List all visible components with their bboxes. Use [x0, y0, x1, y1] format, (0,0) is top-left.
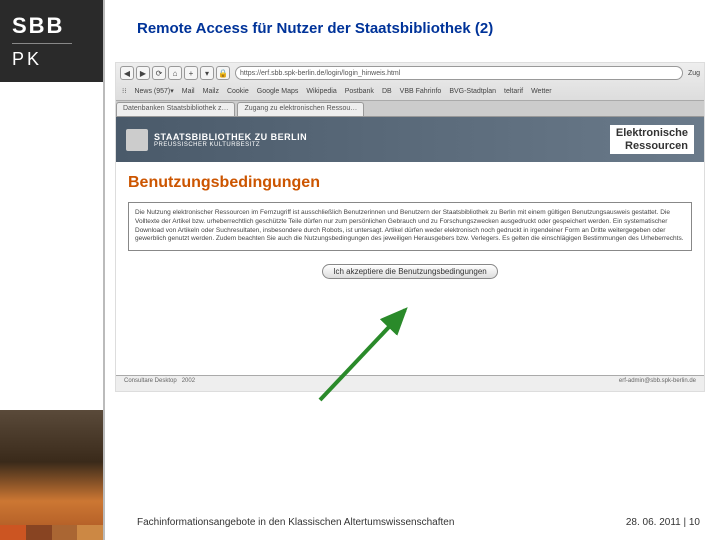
bookmark-item: BVG-Stadtplan — [449, 88, 496, 95]
accept-button[interactable]: Ich akzeptiere die Benutzungsbedingungen — [322, 264, 497, 279]
chrome-right-label: Zug — [688, 70, 700, 77]
add-icon: + — [184, 66, 198, 80]
browser-tab: Zugang zu elektronischen Ressou… — [237, 102, 364, 116]
site-org-subtitle: PREUSSISCHER KULTURBESITZ — [154, 142, 307, 148]
nav-forward-icon: ▶ — [136, 66, 150, 80]
bookmark-item: Wetter — [531, 88, 552, 95]
site-logo-icon — [126, 129, 148, 151]
footer-year: 2002 — [182, 378, 195, 384]
footer-left: Consultare Desktop — [124, 378, 177, 384]
bookmark-item: Google Maps — [257, 88, 299, 95]
bookmark-item: Mail — [182, 88, 195, 95]
site-header: STAATSBIBLIOTHEK ZU BERLIN PREUSSISCHER … — [116, 117, 704, 162]
site-banner: Elektronische Ressourcen — [610, 125, 694, 153]
sidebar-photo — [0, 410, 103, 540]
slide-title: Remote Access für Nutzer der Staatsbibli… — [105, 0, 720, 47]
slide-footer-left: Fachinformationsangebote in den Klassisc… — [137, 517, 454, 528]
browser-tab: Datenbanken Staatsbibliothek z… — [116, 102, 235, 116]
bookmark-item: Cookie — [227, 88, 249, 95]
site-footer: Consultare Desktop 2002 erf-admin@sbb.sp… — [116, 375, 704, 391]
bookmark-item: Postbank — [345, 88, 374, 95]
slide-footer: Fachinformationsangebote in den Klassisc… — [137, 517, 700, 528]
browser-screenshot: ◀ ▶ ⟳ ⌂ + ▾ 🔒 https://erf.sbb.spk-berlin… — [115, 62, 705, 392]
terms-text: Die Nutzung elektronischer Ressourcen im… — [128, 202, 692, 251]
lock-icon: 🔒 — [216, 66, 230, 80]
menu-icon: ▾ — [200, 66, 214, 80]
banner-line: Ressourcen — [616, 140, 688, 152]
banner-line: Elektronische — [616, 127, 688, 139]
browser-chrome: ◀ ▶ ⟳ ⌂ + ▾ 🔒 https://erf.sbb.spk-berlin… — [116, 63, 704, 101]
slide-date: 28. 06. 2011 — [626, 517, 681, 528]
bookmark-item: News (957)▾ — [134, 87, 173, 95]
main-content: Remote Access für Nutzer der Staatsbibli… — [105, 0, 720, 540]
home-icon: ⌂ — [168, 66, 182, 80]
nav-back-icon: ◀ — [120, 66, 134, 80]
color-stripes — [0, 525, 103, 540]
url-bar: https://erf.sbb.spk-berlin.de/login/logi… — [235, 66, 683, 80]
logo: SBB PK — [0, 0, 103, 82]
site-org-title: STAATSBIBLIOTHEK ZU BERLIN — [154, 132, 307, 142]
slide-footer-right: 28. 06. 2011 | 10 — [626, 517, 700, 528]
bookmarks-bar: ⁝⁝ News (957)▾ Mail Mailz Cookie Google … — [116, 83, 704, 99]
footer-right: erf-admin@sbb.spk-berlin.de — [619, 378, 696, 389]
bookmark-item: VBB Fahrinfo — [400, 88, 442, 95]
bookmark-item: Wikipedia — [306, 88, 336, 95]
sidebar: SBB PK — [0, 0, 103, 540]
bookmark-dots-icon: ⁝⁝ — [122, 87, 126, 95]
slide-page-number: 10 — [689, 517, 700, 528]
bookmark-item: teltarif — [504, 88, 523, 95]
page-heading: Benutzungsbedingungen — [128, 174, 692, 192]
reload-icon: ⟳ — [152, 66, 166, 80]
logo-divider — [12, 43, 72, 44]
logo-bottom: PK — [12, 50, 103, 68]
page-body: Benutzungsbedingungen Die Nutzung elektr… — [116, 162, 704, 293]
logo-top: SBB — [12, 15, 103, 37]
bookmark-item: DB — [382, 88, 392, 95]
bookmark-item: Mailz — [203, 88, 219, 95]
browser-tabs: Datenbanken Staatsbibliothek z… Zugang z… — [116, 101, 704, 117]
